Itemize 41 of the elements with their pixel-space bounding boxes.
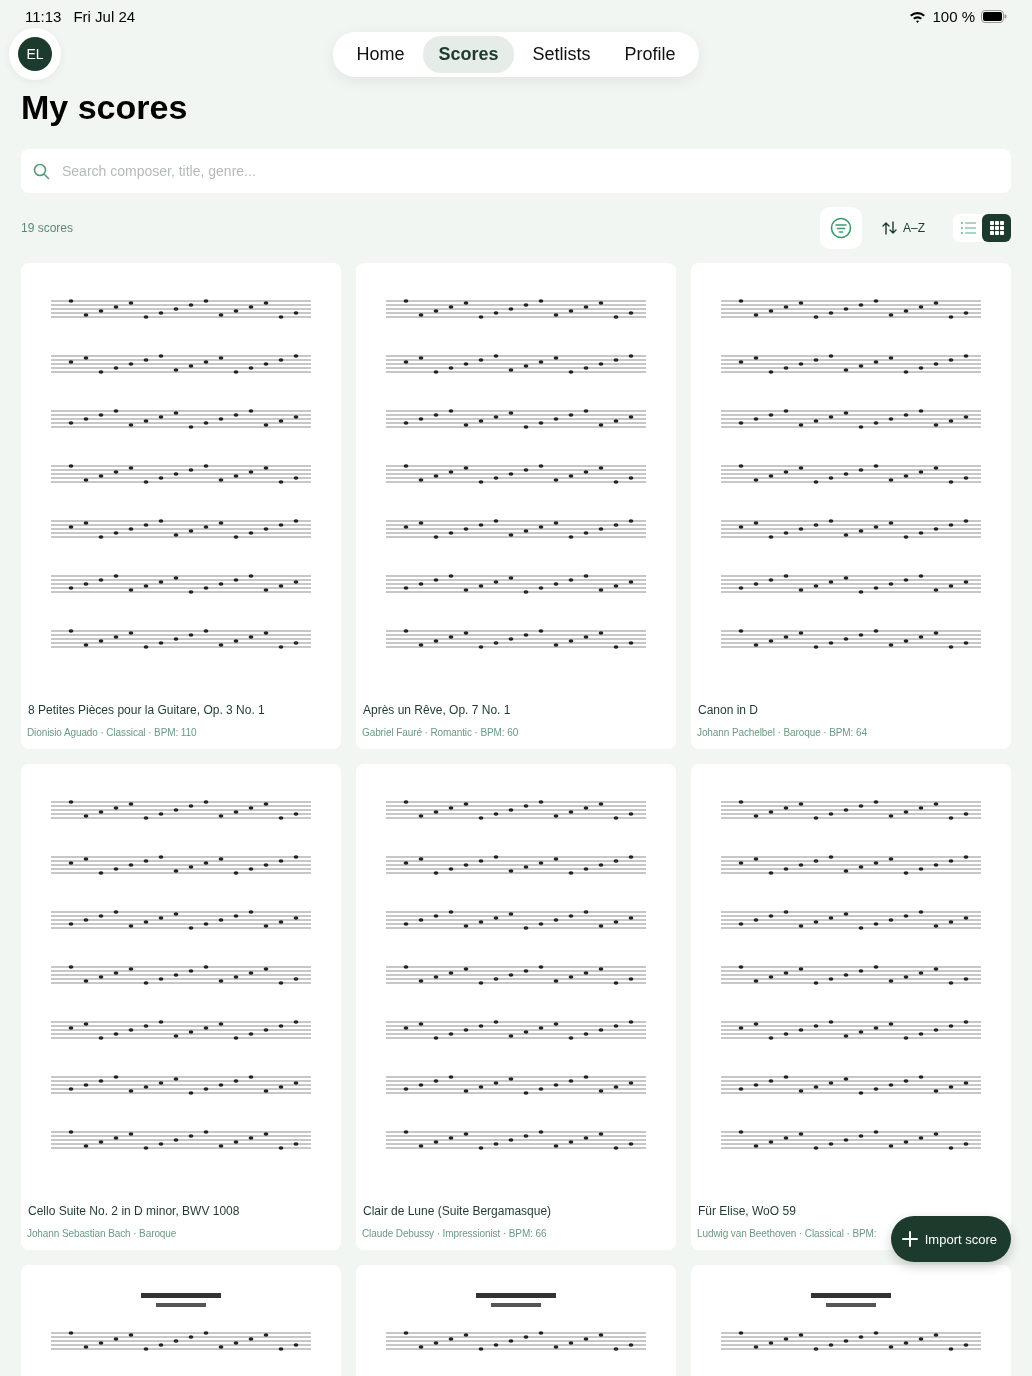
list-icon (959, 221, 976, 235)
filter-button[interactable] (820, 207, 862, 249)
grid-view-button[interactable] (982, 214, 1011, 242)
filter-icon (830, 217, 852, 239)
nav-tab[interactable]: Setlists (517, 35, 606, 73)
score-card[interactable]: Après un Rêve, Op. 7 No. 1 Gabriel Fauré · Romantic · BPM: 60 (356, 263, 676, 749)
score-details: Johann Sebastian Bach · Baroque (26, 1228, 178, 1239)
score-card[interactable]: Canon in D Johann Pachelbel · Baroque · BPM: 64 (691, 263, 1011, 749)
avatar: EL (18, 37, 52, 71)
plus-icon (901, 1231, 918, 1247)
status-date: Fri Jul 24 (73, 7, 136, 25)
page-title: My scores (21, 88, 189, 127)
import-score-button[interactable]: Import score (890, 1216, 1011, 1262)
score-title: Clair de Lune (Suite Bergamasque) (362, 1204, 553, 1218)
score-title: 8 Petites Pièces pour la Guitare, Op. 3 No. 1 (27, 703, 266, 717)
search-field[interactable]: Search composer, title, genre... (21, 149, 1011, 193)
avatar-button[interactable]: EL (9, 28, 61, 80)
score-details: Gabriel Fauré · Romantic · BPM: 60 (361, 727, 520, 738)
status-time: 11:13 (25, 7, 62, 25)
score-card[interactable]: Cello Suite No. 2 in D minor, BWV 1008 Johann Sebastian Bach · Baroque (21, 764, 341, 1250)
score-title: Cello Suite No. 2 in D minor, BWV 1008 (27, 1204, 241, 1218)
sort-arrows-icon (882, 221, 897, 235)
grid-icon (989, 221, 1004, 235)
score-title: Après un Rêve, Op. 7 No. 1 (362, 703, 512, 717)
nav-tab[interactable]: Scores (423, 35, 514, 73)
score-card[interactable]: 8 Petites Pièces pour la Guitare, Op. 3 No. 1 Dionisio Aguado · Classical · BPM: 110 (21, 263, 341, 749)
battery-icon (981, 9, 1007, 23)
score-count: 19 scores (21, 221, 74, 235)
score-title: Für Elise, WoO 59 (697, 1204, 797, 1218)
nav-tab[interactable]: Home (341, 35, 420, 73)
score-details: Dionisio Aguado · Classical · BPM: 110 (26, 727, 198, 738)
nav-tab[interactable]: Profile (609, 35, 691, 73)
score-title: Canon in D (697, 703, 760, 717)
score-details: Johann Pachelbel · Baroque · BPM: 64 (696, 727, 868, 738)
score-details: Claude Debussy · Impressionist · BPM: 66 (361, 1228, 548, 1239)
wifi-icon (909, 9, 927, 23)
sort-button[interactable]: A–Z (872, 215, 935, 241)
score-details: Ludwig van Beethoven · Classical · BPM: (696, 1228, 878, 1239)
battery-percent: 100 % (932, 7, 975, 25)
score-card[interactable]: Clair de Lune (Suite Bergamasque) Claude Debussy · Impressionist · BPM: 66 (356, 764, 676, 1250)
search-icon (33, 163, 50, 180)
